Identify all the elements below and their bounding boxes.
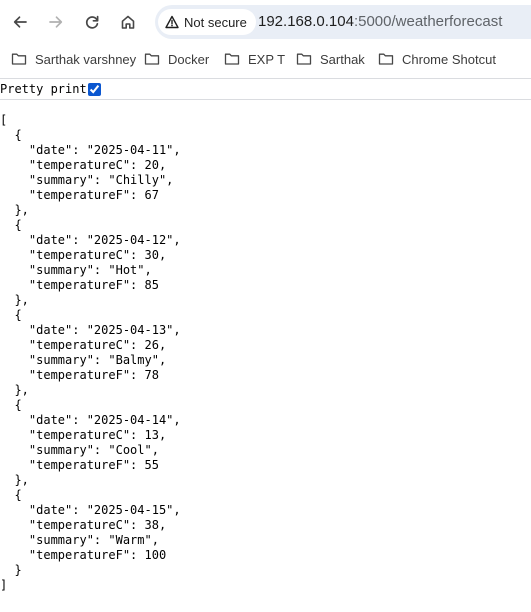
url-text[interactable]: 192.168.0.104:5000/weatherforecast	[258, 13, 502, 30]
url-path: :5000/weatherforecast	[353, 13, 503, 30]
home-button[interactable]	[113, 7, 143, 37]
warning-icon	[165, 15, 179, 29]
back-button[interactable]	[5, 7, 35, 37]
folder-icon	[11, 53, 27, 65]
bookmark-folder[interactable]: Sarthak	[296, 49, 365, 69]
address-bar[interactable]: Not secure 192.168.0.104:5000/weatherfor…	[155, 5, 531, 39]
json-content: [ { "date": "2025-04-11", "temperatureC"…	[0, 113, 181, 592]
pretty-print-label: Pretty print	[0, 82, 87, 96]
bookmark-folder[interactable]: EXP T	[224, 49, 285, 69]
reload-button[interactable]	[77, 7, 107, 37]
bookmark-label: Docker	[168, 51, 210, 67]
home-icon	[121, 15, 135, 29]
browser-toolbar: Not secure 192.168.0.104:5000/weatherfor…	[0, 0, 531, 44]
not-secure-label: Not secure	[184, 14, 247, 30]
bookmark-folder[interactable]: Docker	[144, 49, 209, 69]
bookmarks-bar: Sarthak varshney Docker EXP T Sarthak Ch…	[0, 44, 531, 74]
forward-arrow-icon	[49, 16, 63, 28]
forward-button[interactable]	[41, 7, 71, 37]
bookmark-label: EXP T	[248, 51, 286, 67]
reload-icon	[85, 15, 99, 29]
pretty-print-divider	[0, 99, 531, 100]
pretty-print-checkbox[interactable]	[88, 83, 101, 96]
bookmark-folder[interactable]: Sarthak varshney	[11, 49, 136, 69]
bookmark-label: Sarthak	[320, 51, 365, 67]
pretty-print-bar: Pretty print	[0, 79, 531, 99]
folder-icon	[296, 53, 312, 65]
folder-icon	[144, 53, 160, 65]
folder-icon	[378, 53, 394, 65]
bookmark-label: Sarthak varshney	[35, 51, 137, 67]
folder-icon	[224, 53, 240, 65]
site-security-chip[interactable]: Not secure	[158, 9, 256, 35]
bookmark-folder[interactable]: Chrome Shotcut	[378, 49, 496, 69]
back-arrow-icon	[13, 16, 27, 28]
url-host: 192.168.0.104	[258, 13, 354, 30]
bookmark-label: Chrome Shotcut	[402, 51, 496, 67]
